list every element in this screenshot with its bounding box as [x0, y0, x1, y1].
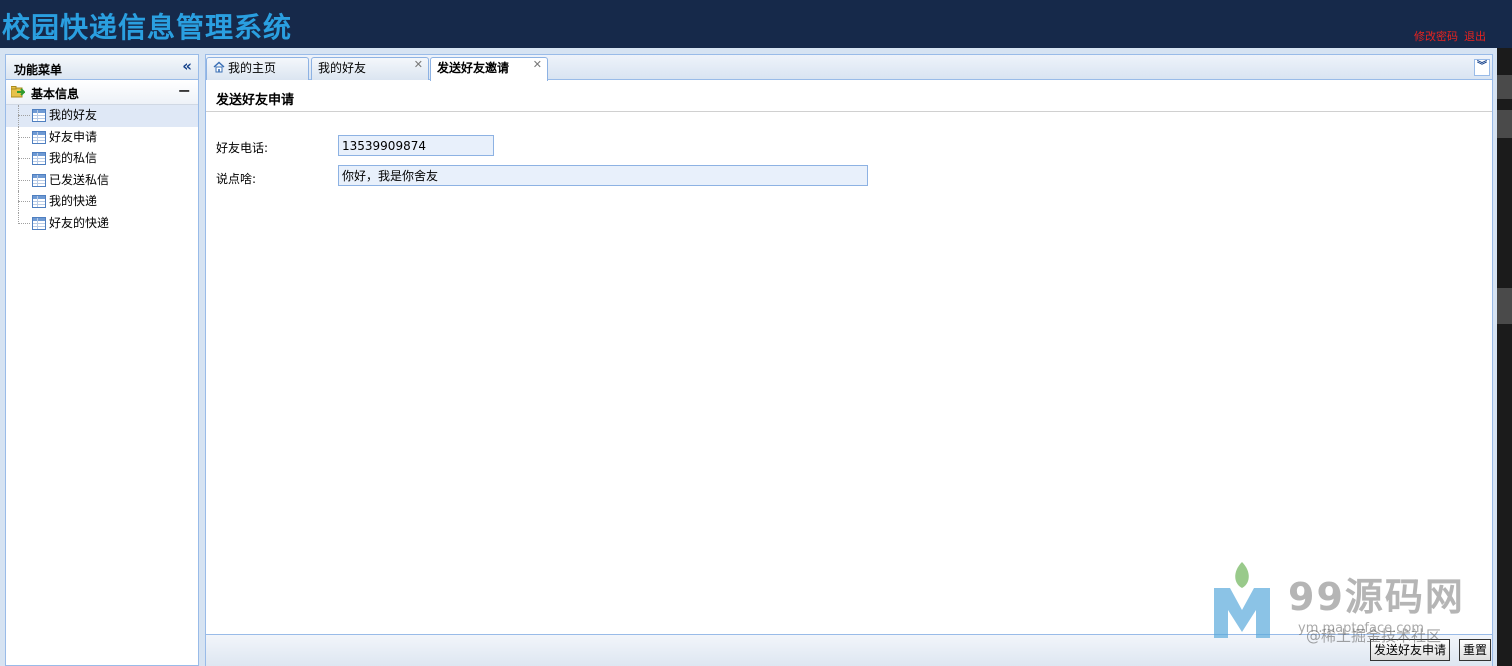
tab-label: 我的好友 [318, 61, 367, 75]
close-icon[interactable]: ✕ [414, 54, 423, 75]
tab-bar: 我的主页 我的好友 ✕ 发送好友邀请 ✕ ︾ [206, 55, 1492, 81]
collapse-left-icon[interactable]: « [182, 58, 192, 75]
message-label: 说点啥: [216, 172, 257, 186]
menu-group-label: 基本信息 [31, 87, 80, 101]
table-icon [32, 173, 46, 187]
tab-send-friend-invite[interactable]: 发送好友邀请 ✕ [430, 57, 548, 81]
table-icon [32, 130, 46, 144]
menu-item-label: 好友申请 [49, 129, 98, 144]
table-icon [32, 216, 46, 230]
menu-item-my-packages[interactable]: 我的快递 [6, 191, 198, 213]
menu-item-sent-messages[interactable]: 已发送私信 [6, 169, 198, 191]
menu-item-label: 好友的快递 [49, 215, 110, 230]
table-icon [32, 109, 46, 122]
sidebar: 功能菜单 « 基本信息 − 我的好友 好友申请 我的私信 已发送私信 我的快递 … [5, 54, 199, 666]
send-friend-request-button[interactable]: 发送好友申请 [1370, 639, 1451, 661]
menu-item-label: 我的私信 [49, 151, 98, 165]
folder-icon [11, 86, 25, 98]
sidebar-header: 功能菜单 « [6, 55, 198, 80]
tab-menu-chevron-icon[interactable]: ︾ [1474, 59, 1490, 76]
right-edge-strip [1497, 48, 1512, 666]
menu-item-label: 我的快递 [49, 194, 98, 208]
main-panel: 我的主页 我的好友 ✕ 发送好友邀请 ✕ ︾ 发送好友申请 好友电话: 说点啥:… [205, 54, 1493, 666]
divider [206, 111, 1492, 112]
tab-home[interactable]: 我的主页 [206, 57, 309, 80]
menu-item-friends-packages[interactable]: 好友的快递 [6, 212, 198, 235]
menu-tree: 我的好友 好友申请 我的私信 已发送私信 我的快递 好友的快递 [6, 105, 198, 234]
change-password-link[interactable]: 修改密码 [1414, 30, 1458, 43]
reset-button[interactable]: 重置 [1459, 639, 1492, 661]
app-header: 校园快递信息管理系统 修改密码 退出 [0, 0, 1512, 48]
friend-phone-input[interactable] [338, 135, 494, 156]
table-icon [32, 152, 46, 165]
sidebar-title: 功能菜单 [14, 63, 63, 77]
table-icon [32, 195, 46, 208]
phone-label: 好友电话: [216, 141, 269, 155]
menu-item-label: 已发送私信 [49, 172, 110, 187]
logout-link[interactable]: 退出 [1464, 30, 1486, 43]
menu-item-my-friends[interactable]: 我的好友 [6, 105, 198, 127]
menu-item-my-messages[interactable]: 我的私信 [6, 148, 198, 170]
header-links: 修改密码 退出 [1408, 28, 1486, 44]
tab-label: 发送好友邀请 [437, 61, 510, 75]
message-input[interactable] [338, 165, 868, 186]
menu-item-label: 我的好友 [49, 108, 98, 122]
app-title: 校园快递信息管理系统 [2, 11, 293, 44]
tab-my-friends[interactable]: 我的好友 ✕ [311, 57, 429, 80]
tab-label: 我的主页 [228, 61, 277, 75]
menu-group-basic-info[interactable]: 基本信息 − [6, 80, 198, 105]
close-icon[interactable]: ✕ [533, 54, 542, 75]
collapse-group-icon[interactable]: − [178, 81, 191, 100]
home-icon [213, 61, 225, 73]
page-title: 发送好友申请 [216, 93, 295, 108]
form-toolbar: 发送好友申请 重置 [206, 634, 1492, 666]
menu-item-friend-requests[interactable]: 好友申请 [6, 126, 198, 148]
